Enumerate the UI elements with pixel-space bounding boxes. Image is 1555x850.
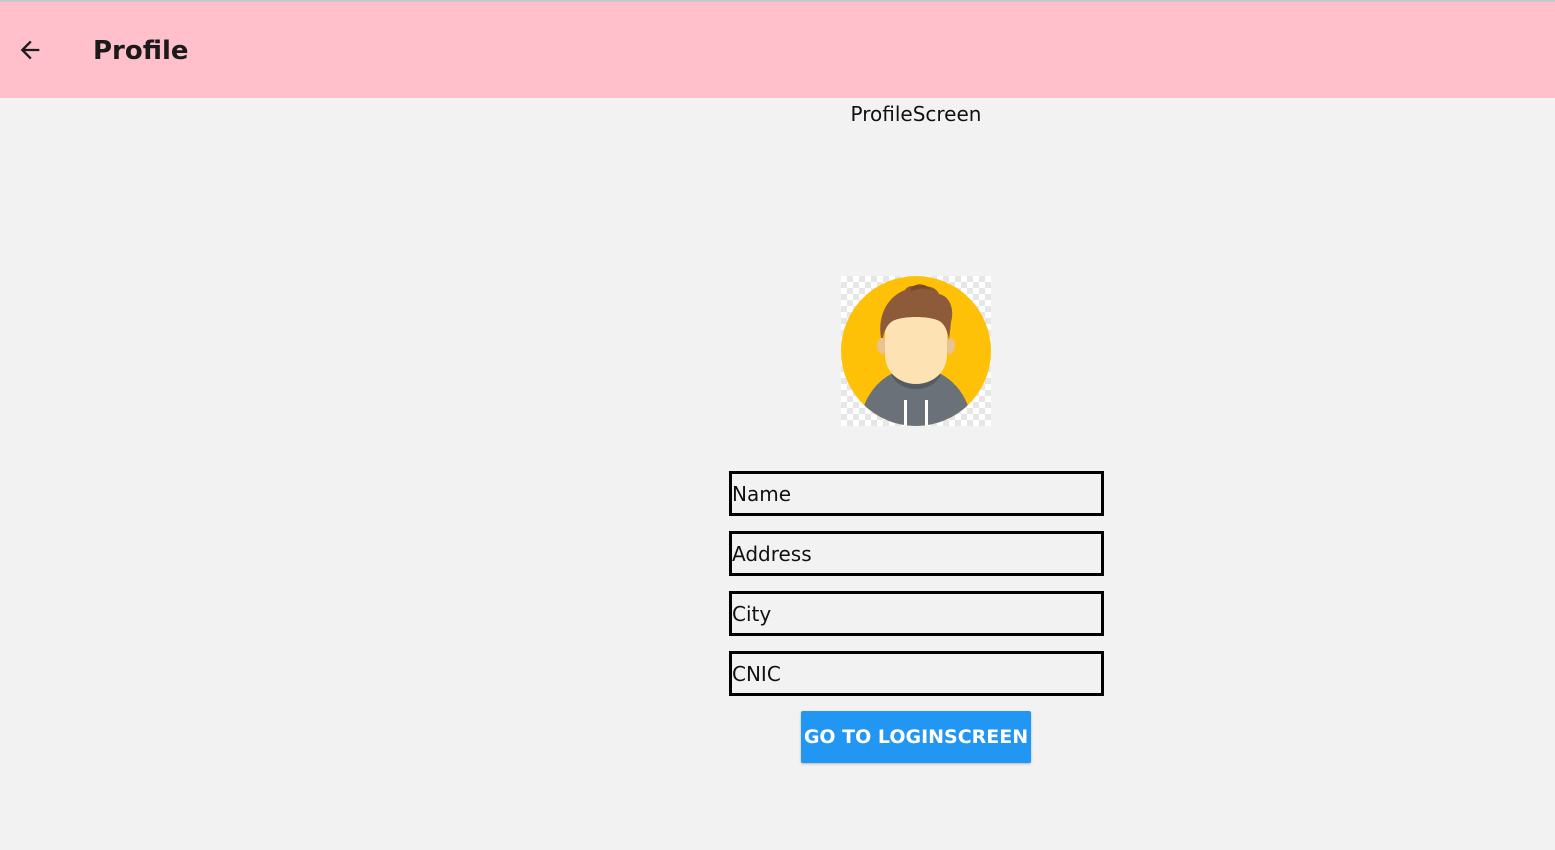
name-field[interactable] — [729, 471, 1104, 516]
address-field[interactable] — [729, 531, 1104, 576]
arrow-left-icon — [20, 40, 40, 60]
user-avatar-icon — [841, 276, 991, 426]
city-field[interactable] — [729, 591, 1104, 636]
cnic-field[interactable] — [729, 651, 1104, 696]
go-to-loginscreen-button[interactable]: GO TO LOGINSCREEN — [801, 711, 1031, 763]
screen-label: ProfileScreen — [850, 102, 982, 126]
app-header: Profile — [0, 2, 1555, 98]
page-title: Profile — [93, 36, 189, 66]
back-button[interactable] — [12, 32, 48, 68]
avatar — [841, 276, 991, 426]
